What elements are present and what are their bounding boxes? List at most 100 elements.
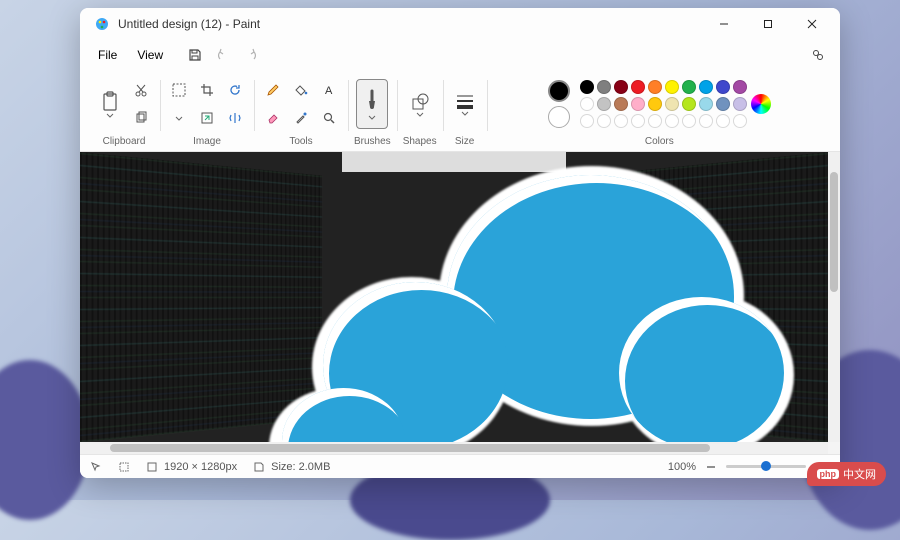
flip-button[interactable]	[222, 105, 248, 131]
cut-button[interactable]	[128, 77, 154, 103]
scrollbar-thumb[interactable]	[110, 444, 710, 452]
color-swatch-empty[interactable]	[631, 114, 645, 128]
canvas-area	[80, 152, 840, 454]
cursor-icon	[90, 461, 102, 473]
ribbon-group-tools: A Tools	[254, 74, 348, 149]
brushes-button[interactable]	[356, 79, 388, 129]
color-swatch[interactable]	[665, 80, 679, 94]
color-swatch[interactable]	[614, 97, 628, 111]
text-tool[interactable]: A	[316, 77, 342, 103]
color-primary[interactable]	[548, 80, 570, 102]
canvas[interactable]	[80, 152, 828, 442]
magnifier-tool[interactable]	[316, 105, 342, 131]
color-swatch[interactable]	[631, 97, 645, 111]
menu-view[interactable]: View	[127, 44, 173, 66]
color-swatch[interactable]	[682, 97, 696, 111]
vertical-scrollbar[interactable]	[828, 152, 840, 442]
zoom-control: 100%	[668, 458, 830, 476]
redo-button[interactable]	[237, 42, 265, 68]
color-swatch[interactable]	[580, 97, 594, 111]
color-swatch[interactable]	[665, 97, 679, 111]
undo-button[interactable]	[209, 42, 237, 68]
color-swatch[interactable]	[716, 97, 730, 111]
zoom-slider[interactable]	[726, 465, 806, 468]
color-picker-tool[interactable]	[288, 105, 314, 131]
selection-icon	[118, 461, 130, 473]
canvas-content	[80, 152, 322, 442]
cursor-position	[90, 461, 102, 473]
color-swatch[interactable]	[682, 80, 696, 94]
color-swatch-empty[interactable]	[597, 114, 611, 128]
color-swatch[interactable]	[648, 97, 662, 111]
paint-window: Untitled design (12) - Paint File View	[80, 8, 840, 478]
paint-app-icon	[94, 16, 110, 32]
statusbar: 1920 × 1280px Size: 2.0MB 100%	[80, 454, 840, 478]
svg-text:A: A	[325, 85, 333, 97]
watermark-text: 中文网	[843, 466, 876, 482]
menu-file[interactable]: File	[88, 44, 127, 66]
color-swatch-empty[interactable]	[682, 114, 696, 128]
eraser-tool[interactable]	[260, 105, 286, 131]
zoom-slider-thumb[interactable]	[761, 461, 771, 471]
color-swatch-empty[interactable]	[733, 114, 747, 128]
resize-button[interactable]	[194, 105, 220, 131]
ribbon-label-tools: Tools	[289, 134, 312, 149]
ribbon-group-shapes: Shapes	[397, 74, 443, 149]
zoom-out-button[interactable]	[702, 458, 720, 476]
color-swatch[interactable]	[597, 80, 611, 94]
edit-colors-button[interactable]	[751, 94, 771, 114]
color-secondary[interactable]	[548, 106, 570, 128]
menubar: File View	[80, 40, 840, 70]
settings-icon[interactable]	[804, 42, 832, 68]
size-button[interactable]	[449, 79, 481, 129]
color-swatch[interactable]	[699, 80, 713, 94]
minimize-button[interactable]	[702, 8, 746, 40]
color-swatch[interactable]	[648, 80, 662, 94]
maximize-button[interactable]	[746, 8, 790, 40]
selection-size	[118, 461, 130, 473]
ribbon-group-clipboard: Clipboard	[88, 74, 160, 149]
file-size: Size: 2.0MB	[253, 461, 330, 473]
crop-button[interactable]	[194, 77, 220, 103]
color-swatch-empty[interactable]	[716, 114, 730, 128]
select-dropdown[interactable]	[166, 105, 192, 131]
dimensions-icon	[146, 461, 158, 473]
color-swatch[interactable]	[733, 97, 747, 111]
close-button[interactable]	[790, 8, 834, 40]
shapes-button[interactable]	[404, 79, 436, 129]
desktop-bg-decoration	[0, 360, 90, 520]
horizontal-scrollbar[interactable]	[80, 442, 828, 454]
color-swatch[interactable]	[580, 80, 594, 94]
scrollbar-thumb[interactable]	[830, 172, 838, 292]
color-swatch[interactable]	[631, 80, 645, 94]
color-swatch[interactable]	[733, 80, 747, 94]
watermark-badge: php	[817, 469, 840, 479]
color-palette	[580, 80, 747, 128]
color-swatch[interactable]	[716, 80, 730, 94]
ribbon: Clipboard Image	[80, 70, 840, 152]
color-swatch-empty[interactable]	[614, 114, 628, 128]
rotate-button[interactable]	[222, 77, 248, 103]
titlebar: Untitled design (12) - Paint	[80, 8, 840, 40]
ribbon-label-shapes: Shapes	[403, 134, 437, 149]
ribbon-group-image: Image	[160, 74, 254, 149]
fill-tool[interactable]	[288, 77, 314, 103]
file-size-text: Size: 2.0MB	[271, 461, 330, 473]
paste-button[interactable]	[94, 79, 126, 129]
color-swatch-empty[interactable]	[648, 114, 662, 128]
color-swatch[interactable]	[597, 97, 611, 111]
color-swatch[interactable]	[699, 97, 713, 111]
select-button[interactable]	[166, 77, 192, 103]
color-swatch-empty[interactable]	[665, 114, 679, 128]
pencil-tool[interactable]	[260, 77, 286, 103]
save-button[interactable]	[181, 42, 209, 68]
color-swatch-empty[interactable]	[699, 114, 713, 128]
window-title: Untitled design (12) - Paint	[118, 17, 260, 31]
color-swatch-empty[interactable]	[580, 114, 594, 128]
disk-icon	[253, 461, 265, 473]
copy-button[interactable]	[128, 105, 154, 131]
ribbon-label-colors: Colors	[645, 134, 674, 149]
window-controls	[702, 8, 834, 40]
ribbon-label-size: Size	[455, 134, 474, 149]
color-swatch[interactable]	[614, 80, 628, 94]
